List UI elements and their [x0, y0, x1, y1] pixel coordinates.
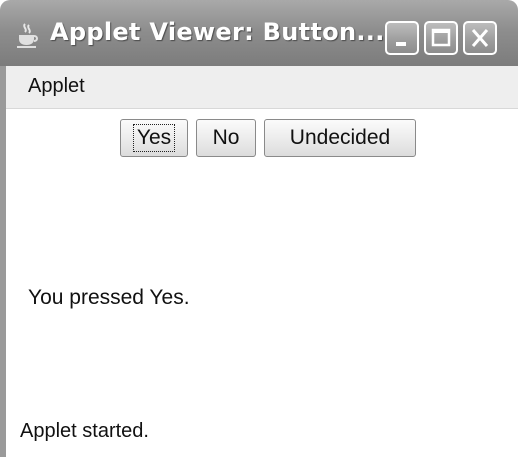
applet-content-area: [6, 109, 518, 457]
applet-viewer-window: Applet Viewer: Button... Applet Yes No U…: [0, 0, 518, 457]
menu-bar: Applet: [6, 66, 518, 109]
maximize-button[interactable]: [424, 21, 458, 55]
undecided-button[interactable]: Undecided: [264, 119, 416, 157]
java-cup-icon: [16, 22, 38, 48]
pressed-message: You pressed Yes.: [28, 286, 190, 309]
menu-applet[interactable]: Applet: [28, 75, 85, 98]
no-button[interactable]: No: [196, 119, 256, 157]
yes-button[interactable]: Yes: [120, 119, 188, 157]
title-bar[interactable]: Applet Viewer: Button...: [0, 0, 518, 66]
minimize-button[interactable]: [385, 21, 419, 55]
window-title: Applet Viewer: Button...: [50, 18, 385, 46]
yes-button-label: Yes: [132, 124, 176, 152]
status-text: Applet started.: [20, 420, 149, 442]
close-button[interactable]: [463, 21, 497, 55]
